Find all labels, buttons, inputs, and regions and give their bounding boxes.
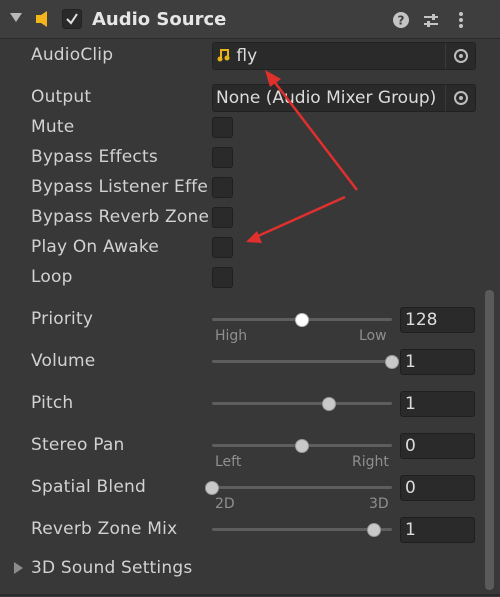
audio-clip-field[interactable]: fly — [212, 42, 476, 70]
mute-label: Mute — [31, 117, 75, 137]
stereo-pan-label: Stereo Pan — [31, 435, 125, 455]
stereo-pan-min-label: Left — [215, 454, 242, 470]
play-on-awake-label: Play On Awake — [31, 237, 159, 257]
loop-checkbox[interactable] — [212, 267, 233, 288]
component-title: Audio Source — [92, 9, 227, 30]
spatial-blend-max-label: 3D — [369, 496, 389, 512]
help-icon[interactable]: ? — [392, 11, 410, 29]
volume-slider-track[interactable] — [212, 360, 392, 363]
priority-slider-thumb[interactable] — [295, 313, 309, 327]
priority-max-label: Low — [359, 328, 387, 344]
svg-text:?: ? — [398, 14, 405, 28]
audio-clip-icon — [217, 49, 230, 62]
spatial-blend-slider-thumb[interactable] — [205, 481, 219, 495]
bypass-listener-effects-label: Bypass Listener Effe — [31, 177, 207, 197]
stereo-pan-slider-thumb[interactable] — [295, 439, 309, 453]
presets-icon[interactable] — [422, 11, 440, 29]
object-picker-icon[interactable] — [445, 85, 475, 111]
spatial-blend-label: Spatial Blend — [31, 477, 146, 497]
volume-slider-thumb[interactable] — [385, 355, 399, 369]
priority-value-field[interactable]: 128 — [400, 307, 475, 333]
pitch-label: Pitch — [31, 393, 74, 413]
spatial-blend-value-field[interactable]: 0 — [400, 475, 475, 501]
bypass-reverb-zones-label: Bypass Reverb Zone — [31, 207, 209, 227]
reverb-zone-mix-value-field[interactable]: 1 — [400, 517, 475, 543]
audio-clip-value: fly — [236, 46, 258, 66]
pitch-slider-thumb[interactable] — [322, 397, 336, 411]
audio-clip-label: AudioClip — [31, 45, 114, 65]
output-value: None (Audio Mixer Group) — [216, 88, 437, 108]
pitch-value-field[interactable]: 1 — [400, 391, 475, 417]
bypass-listener-effects-checkbox[interactable] — [212, 177, 233, 198]
output-label: Output — [31, 87, 92, 107]
component-enabled-checkbox[interactable] — [62, 9, 82, 29]
more-icon[interactable] — [452, 11, 470, 29]
priority-label: Priority — [31, 309, 94, 329]
reverb-zone-mix-slider-thumb[interactable] — [367, 523, 381, 537]
volume-label: Volume — [31, 351, 96, 371]
annotation-arrowhead — [246, 231, 262, 243]
bypass-reverb-zones-checkbox[interactable] — [212, 207, 233, 228]
checkmark-icon — [66, 13, 78, 25]
volume-value-field[interactable]: 1 — [400, 349, 475, 375]
output-field[interactable]: None (Audio Mixer Group) — [212, 84, 476, 112]
3d-sound-settings-foldout[interactable]: 3D Sound Settings — [31, 558, 192, 578]
object-picker-icon[interactable] — [445, 43, 475, 69]
play-on-awake-checkbox[interactable] — [212, 237, 233, 258]
reverb-zone-mix-slider-track[interactable] — [212, 528, 392, 531]
spatial-blend-slider-track[interactable] — [212, 486, 392, 489]
mute-checkbox[interactable] — [212, 117, 233, 138]
stereo-pan-value-field[interactable]: 0 — [400, 433, 475, 459]
expand-arrow-icon[interactable] — [14, 562, 23, 574]
stereo-pan-max-label: Right — [352, 454, 389, 470]
bypass-effects-checkbox[interactable] — [212, 147, 233, 168]
divider — [0, 594, 500, 596]
bypass-effects-label: Bypass Effects — [31, 147, 158, 167]
loop-label: Loop — [31, 267, 73, 287]
annotation-arrow-line — [257, 195, 346, 238]
priority-min-label: High — [215, 328, 248, 344]
collapse-arrow-icon[interactable] — [10, 13, 22, 22]
pitch-slider-track[interactable] — [212, 402, 392, 405]
scrollbar[interactable] — [485, 290, 494, 590]
reverb-zone-mix-label: Reverb Zone Mix — [31, 519, 178, 539]
audio-source-icon — [36, 11, 47, 27]
component-header: Audio Source ? — [0, 0, 500, 39]
spatial-blend-min-label: 2D — [215, 496, 235, 512]
